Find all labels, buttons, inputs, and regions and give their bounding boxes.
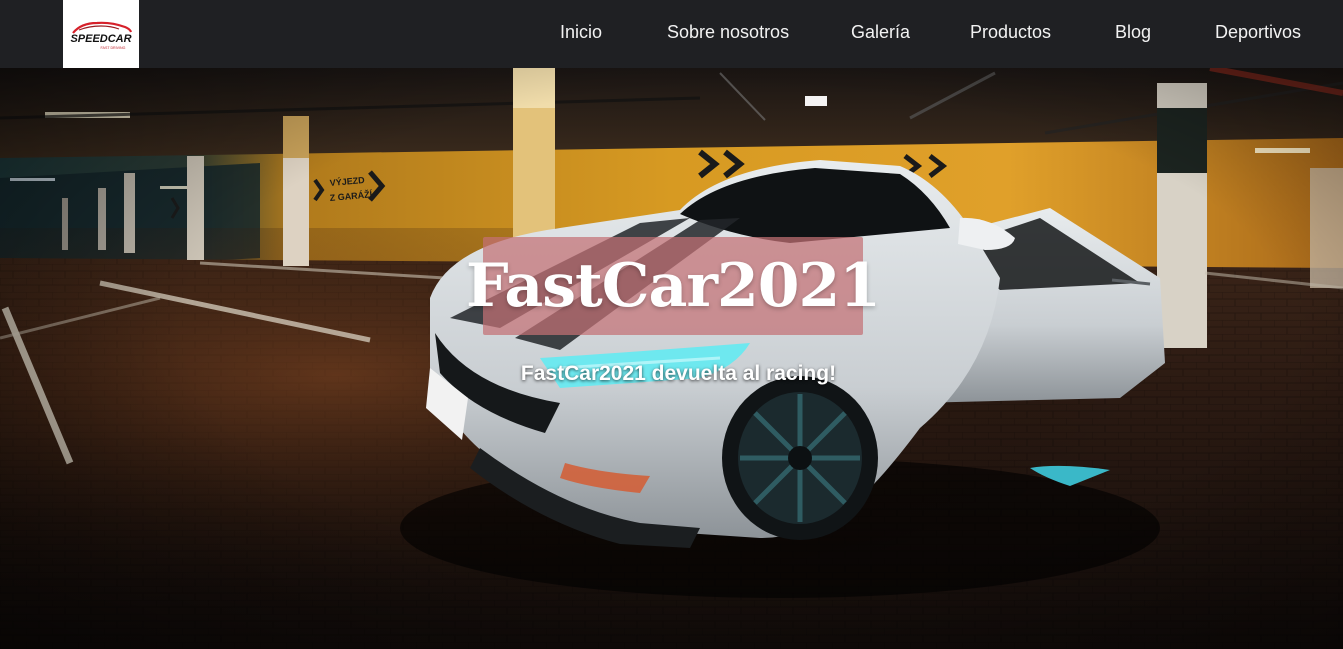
svg-text:FAST DRIVING: FAST DRIVING <box>101 46 126 50</box>
hero-title: FastCar2021 <box>466 251 881 321</box>
nav-galeria[interactable]: Galería <box>851 21 910 43</box>
hero-title-box: FastCar2021 <box>466 237 881 335</box>
speedcar-logo: SPEEDCAR FAST DRIVING <box>70 21 133 50</box>
logo-link[interactable]: SPEEDCAR FAST DRIVING <box>63 0 139 68</box>
nav-blog[interactable]: Blog <box>1115 21 1151 43</box>
nav-deportivos[interactable]: Deportivos <box>1215 21 1301 43</box>
nav-inicio[interactable]: Inicio <box>560 21 602 43</box>
hero-background-image: VÝJEZD Z GARÁŽÍ <box>0 68 1343 649</box>
top-navbar: SPEEDCAR FAST DRIVING Inicio Sobre nosot… <box>0 0 1343 68</box>
hero-section: VÝJEZD Z GARÁŽÍ <box>0 68 1343 649</box>
svg-text:SPEEDCAR: SPEEDCAR <box>70 33 131 45</box>
nav-sobre-nosotros[interactable]: Sobre nosotros <box>667 21 789 43</box>
nav-productos[interactable]: Productos <box>970 21 1051 43</box>
hero-subtitle: FastCar2021 devuelta al racing! <box>520 362 837 385</box>
